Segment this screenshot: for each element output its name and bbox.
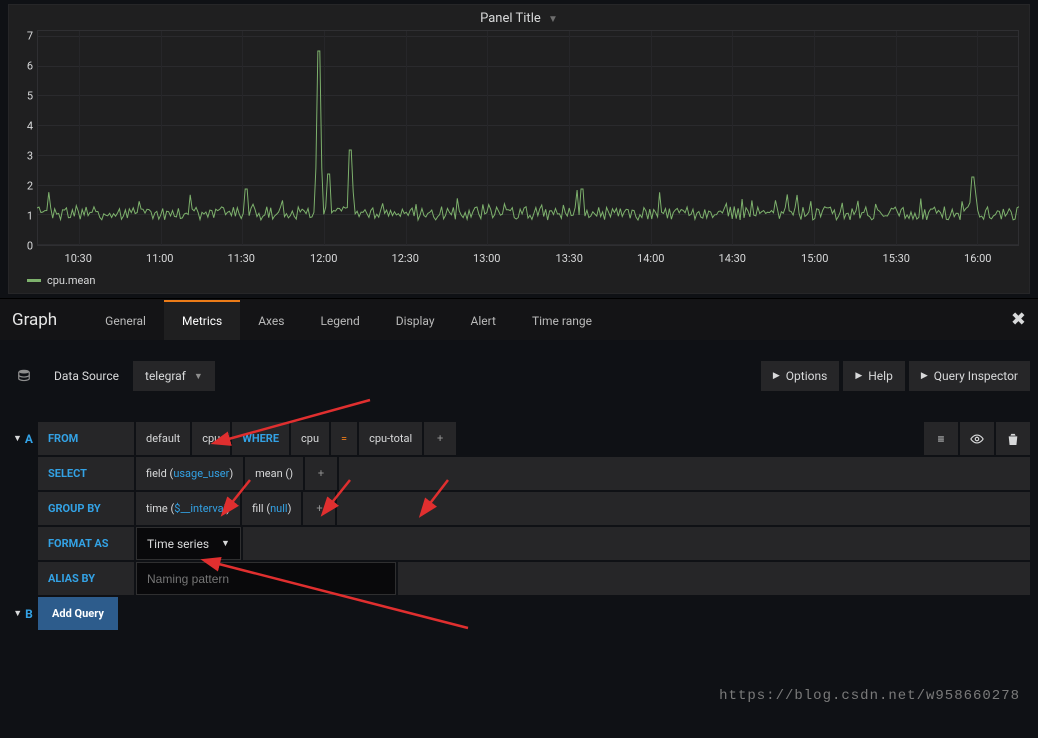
options-button[interactable]: ▶Options <box>761 361 839 391</box>
groupby-add-button[interactable]: + <box>303 492 335 525</box>
tab-time-range[interactable]: Time range <box>514 300 610 340</box>
select-keyword[interactable]: SELECT <box>38 457 134 490</box>
datasource-label: Data Source <box>40 369 133 383</box>
panel-title: Panel Title <box>480 11 541 26</box>
panel-type-title: Graph <box>12 310 57 330</box>
from-keyword[interactable]: FROM <box>38 422 134 455</box>
where-tag-key[interactable]: cpu <box>291 422 329 455</box>
select-field[interactable]: field (usage_user) <box>136 457 243 490</box>
chart-trace <box>37 30 1019 246</box>
tab-axes[interactable]: Axes <box>240 300 302 340</box>
datasource-select[interactable]: telegraf ▼ <box>133 361 215 391</box>
legend-entry[interactable]: cpu.mean <box>27 274 1029 287</box>
aliasby-keyword: ALIAS BY <box>38 562 134 595</box>
query-b-toggle[interactable]: ▼B <box>8 597 38 630</box>
aliasby-input[interactable] <box>136 562 396 595</box>
select-add-button[interactable]: + <box>305 457 337 490</box>
select-aggregation[interactable]: mean () <box>245 457 303 490</box>
tab-metrics[interactable]: Metrics <box>164 300 240 340</box>
where-keyword[interactable]: WHERE <box>232 422 289 455</box>
groupby-fill[interactable]: fill (null) <box>242 492 301 525</box>
tab-display[interactable]: Display <box>378 300 453 340</box>
query-eye-icon[interactable] <box>960 422 994 455</box>
tab-general[interactable]: General <box>87 300 164 340</box>
caret-down-icon: ▼ <box>548 14 558 25</box>
database-icon <box>8 369 40 383</box>
legend-swatch <box>27 279 41 282</box>
where-add-button[interactable]: + <box>424 422 456 455</box>
query-delete-icon[interactable] <box>996 422 1030 455</box>
from-policy[interactable]: default <box>136 422 190 455</box>
caret-down-icon: ▼ <box>194 371 203 382</box>
groupby-keyword[interactable]: GROUP BY <box>38 492 134 525</box>
formatas-select[interactable]: Time series▼ <box>136 527 241 560</box>
query-menu-icon[interactable]: ≡ <box>924 422 958 455</box>
chart-area[interactable]: 0 1 2 3 4 5 6 7 10:30 11:00 11:30 12:00 … <box>37 30 1019 268</box>
where-operator[interactable]: = <box>331 422 357 455</box>
help-button[interactable]: ▶Help <box>843 361 905 391</box>
formatas-keyword: FORMAT AS <box>38 527 134 560</box>
x-axis: 10:30 11:00 11:30 12:00 12:30 13:00 13:3… <box>37 250 1019 268</box>
tab-legend[interactable]: Legend <box>302 300 377 340</box>
query-inspector-button[interactable]: ▶Query Inspector <box>909 361 1030 391</box>
y-axis: 0 1 2 3 4 5 6 7 <box>13 30 33 246</box>
close-icon[interactable]: ✖ <box>1011 309 1026 330</box>
panel-title-button[interactable]: Panel Title ▼ <box>9 5 1029 30</box>
legend-label: cpu.mean <box>47 274 95 287</box>
groupby-time[interactable]: time ($__interval) <box>136 492 240 525</box>
where-tag-value[interactable]: cpu-total <box>359 422 422 455</box>
add-query-button[interactable]: Add Query <box>38 597 118 630</box>
tab-alert[interactable]: Alert <box>453 300 514 340</box>
query-a-toggle[interactable]: ▼A <box>8 422 38 455</box>
watermark: https://blog.csdn.net/w958660278 <box>719 688 1020 704</box>
from-measurement[interactable]: cpu <box>192 422 230 455</box>
